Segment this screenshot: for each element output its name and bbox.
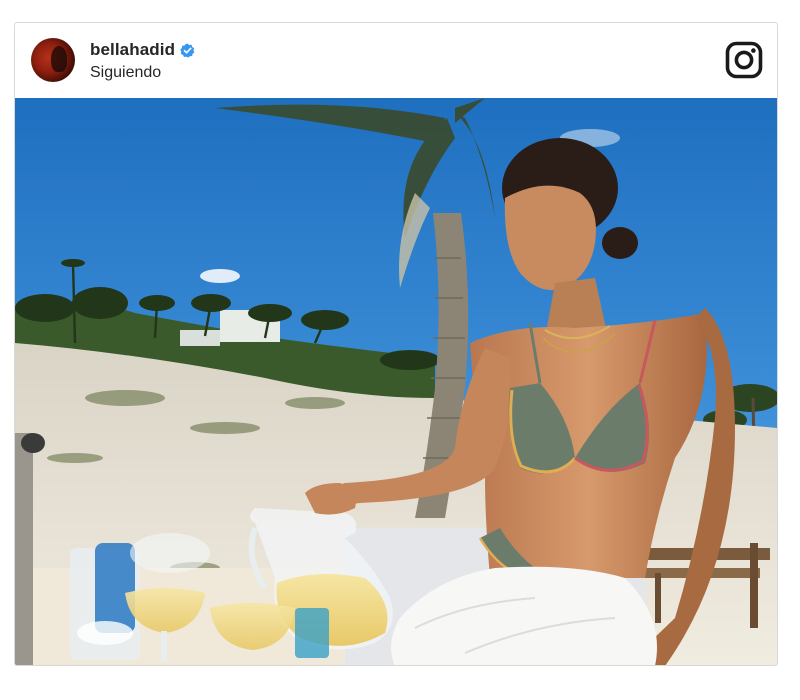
username-row: bellahadid [90,40,195,60]
user-block: bellahadid Siguiendo [90,40,195,82]
avatar[interactable] [31,38,75,82]
username-link[interactable]: bellahadid [90,40,175,60]
instagram-icon[interactable] [725,41,763,79]
post-photo-illustration [15,98,777,665]
verified-badge-icon [180,43,195,58]
follow-status[interactable]: Siguiendo [90,64,195,82]
instagram-embed-card: bellahadid Siguiendo [14,22,778,666]
post-header: bellahadid Siguiendo [15,23,777,99]
post-photo[interactable] [15,98,777,665]
